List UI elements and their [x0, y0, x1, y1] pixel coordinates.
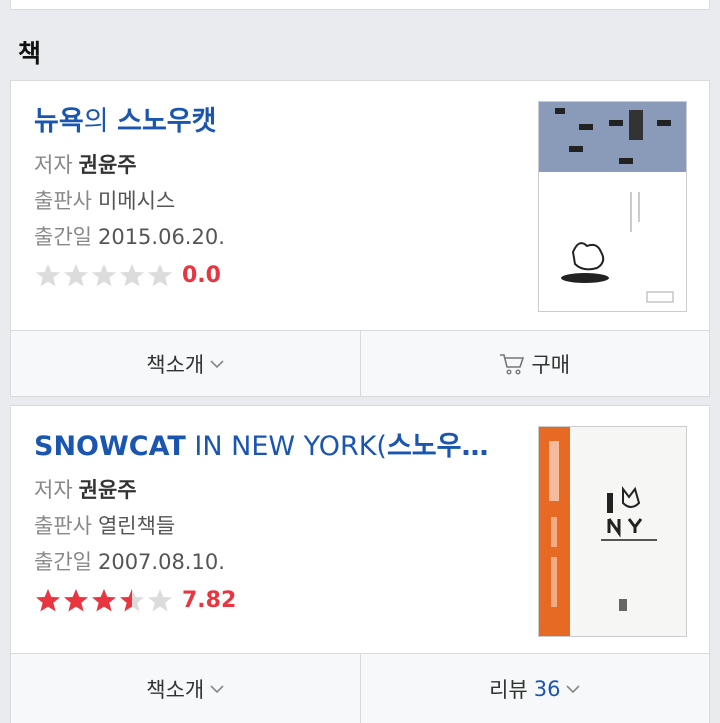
book-title-link[interactable]: SNOWCAT IN NEW YORK(스노우… [34, 430, 524, 464]
author-row: 저자 권윤주 [34, 472, 524, 508]
publisher-row: 출판사 열린책들 [34, 508, 524, 544]
book-intro-label: 책소개 [146, 677, 205, 702]
author-row: 저자 권윤주 [34, 147, 524, 183]
author-value[interactable]: 권윤주 [79, 478, 137, 502]
cover-illustration [549, 441, 657, 611]
book-intro-label: 책소개 [146, 352, 205, 377]
star-icon [90, 587, 118, 614]
rating: 0.0 [34, 261, 524, 289]
star-icon [118, 262, 146, 289]
chevron-down-icon [566, 684, 581, 693]
book-info: SNOWCAT IN NEW YORK(스노우… 저자 권윤주 출판사 열린책들 출… [34, 430, 524, 614]
title-part: 스노우캣 [117, 106, 217, 137]
book-info: 뉴욕의 스노우캣 저자 권윤주 출판사 미메시스 출간일 2015.06.20. 0.… [34, 105, 524, 289]
star-icon [146, 587, 174, 614]
date-label: 출간일 [34, 550, 92, 574]
card-actions: 책소개 리뷰 36 [11, 653, 709, 723]
book-intro-button[interactable]: 책소개 [11, 654, 360, 723]
book-cover-image[interactable] [538, 426, 687, 637]
date-value: 2007.08.10. [97, 550, 225, 574]
star-rating [34, 262, 174, 289]
section-title: 책 [18, 39, 42, 68]
title-part: SNOWCAT [34, 431, 186, 462]
star-icon [62, 587, 90, 614]
publisher-value: 열린책들 [97, 514, 176, 538]
rating-score: 7.82 [182, 587, 237, 613]
author-label: 저자 [34, 153, 73, 177]
star-icon [62, 262, 90, 289]
cover-illustration [555, 108, 674, 303]
title-part: IN NEW YORK( [185, 431, 387, 462]
star-icon [146, 262, 174, 289]
review-count: 36 [533, 676, 561, 701]
buy-button[interactable]: 구매 [359, 331, 710, 396]
title-part: 의 [83, 106, 118, 137]
rating-score: 0.0 [182, 262, 221, 288]
book-title-link[interactable]: 뉴욕의 스노우캣 [34, 105, 524, 139]
rating: 7.82 [34, 586, 524, 614]
previous-card [10, 0, 710, 10]
book-cover-image[interactable] [538, 101, 687, 312]
buy-label: 구매 [531, 352, 571, 377]
publisher-row: 출판사 미메시스 [34, 183, 524, 219]
publisher-label: 출판사 [34, 514, 92, 538]
cart-icon [500, 353, 525, 375]
author-value[interactable]: 권윤주 [79, 153, 137, 177]
card-actions: 책소개 구매 [11, 330, 709, 396]
date-value: 2015.06.20. [97, 225, 225, 249]
title-part: 뉴욕 [34, 106, 84, 137]
date-label: 출간일 [34, 225, 92, 249]
review-label: 리뷰 [489, 677, 528, 702]
review-button[interactable]: 리뷰 36 [359, 654, 710, 723]
title-part: 스노우… [386, 431, 489, 462]
book-intro-button[interactable]: 책소개 [11, 331, 360, 396]
publisher-value: 미메시스 [97, 189, 176, 213]
date-row: 출간일 2007.08.10. [34, 544, 524, 580]
publisher-label: 출판사 [34, 189, 92, 213]
author-label: 저자 [34, 478, 73, 502]
star-icon [34, 262, 62, 289]
chevron-down-icon [210, 684, 224, 693]
date-row: 출간일 2015.06.20. [34, 219, 524, 255]
star-icon [90, 262, 118, 289]
star-icon [118, 587, 146, 614]
book-card: 뉴욕의 스노우캣 저자 권윤주 출판사 미메시스 출간일 2015.06.20. 0.… [10, 80, 710, 397]
book-card: SNOWCAT IN NEW YORK(스노우… 저자 권윤주 출판사 열린책들 출… [10, 405, 710, 723]
chevron-down-icon [210, 359, 224, 368]
star-rating [34, 587, 174, 614]
star-icon [34, 587, 62, 614]
